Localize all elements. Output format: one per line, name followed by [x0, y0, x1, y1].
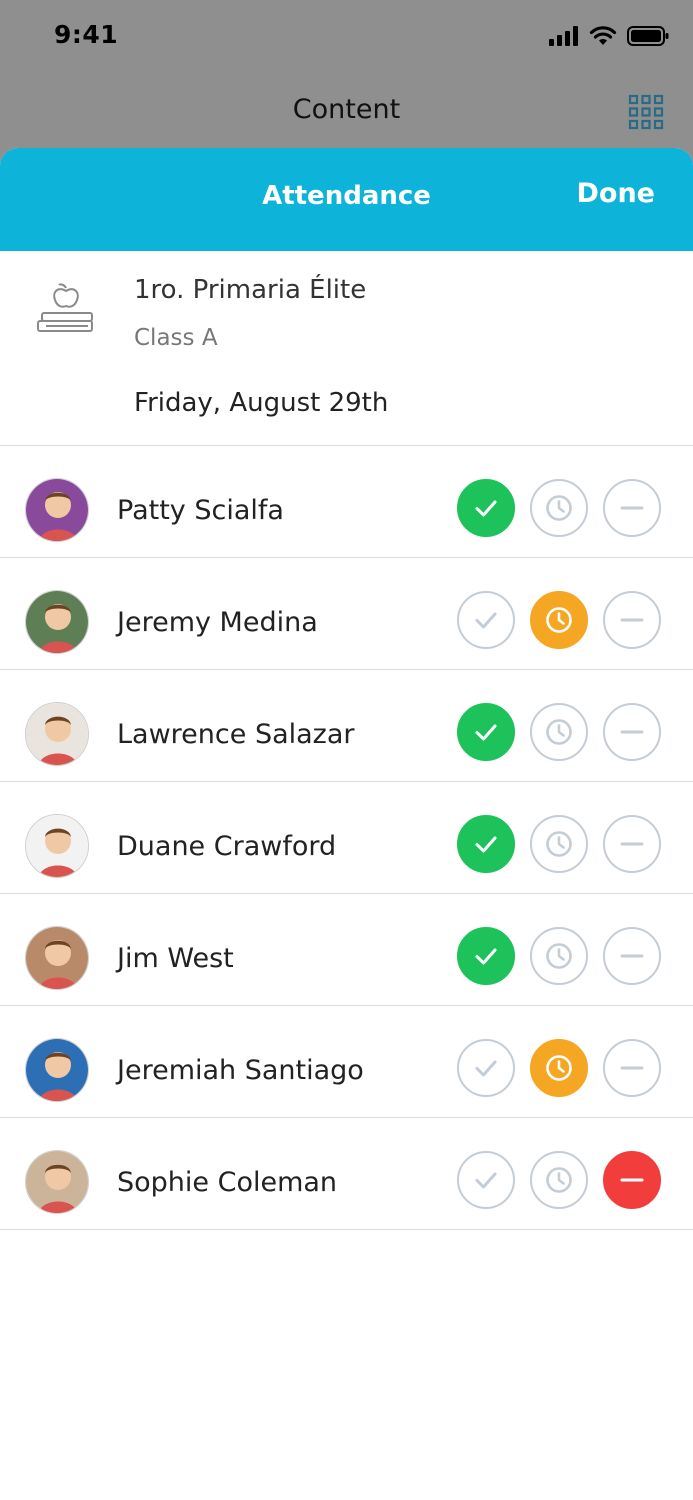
absent-button[interactable] [603, 1039, 661, 1097]
student-name: Lawrence Salazar [117, 719, 355, 750]
check-icon [471, 717, 501, 747]
late-button[interactable] [530, 1151, 588, 1209]
check-icon [471, 941, 501, 971]
attendance-status-buttons [457, 479, 661, 537]
attendance-status-buttons [457, 927, 661, 985]
present-button[interactable] [457, 703, 515, 761]
student-avatar [25, 814, 89, 878]
attendance-status-buttons [457, 703, 661, 761]
status-time: 9:41 [54, 20, 119, 49]
present-button[interactable] [457, 815, 515, 873]
late-button[interactable] [530, 815, 588, 873]
attendance-status-buttons [457, 815, 661, 873]
minus-icon [617, 605, 647, 635]
present-button[interactable] [457, 479, 515, 537]
clock-icon [544, 605, 574, 635]
clock-icon [544, 941, 574, 971]
attendance-status-buttons [457, 1039, 661, 1097]
present-button[interactable] [457, 1039, 515, 1097]
student-row: Patty Scialfa [0, 446, 693, 558]
student-name: Jeremiah Santiago [117, 1055, 364, 1086]
late-button[interactable] [530, 1039, 588, 1097]
student-avatar [25, 1038, 89, 1102]
student-name: Jim West [117, 943, 234, 974]
student-list: Patty Scialfa Jeremy Medina Lawrence Salaz… [0, 446, 693, 1230]
late-button[interactable] [530, 479, 588, 537]
minus-icon [617, 1053, 647, 1083]
student-name: Sophie Coleman [117, 1167, 338, 1198]
student-row: Jeremy Medina [0, 558, 693, 670]
status-bar: 9:41 [0, 0, 693, 72]
check-icon [471, 1165, 501, 1195]
student-row: Jeremiah Santiago [0, 1006, 693, 1118]
present-button[interactable] [457, 591, 515, 649]
check-icon [471, 829, 501, 859]
student-avatar [25, 590, 89, 654]
clock-icon [544, 1165, 574, 1195]
class-date: Friday, August 29th [134, 388, 389, 418]
student-row: Sophie Coleman [0, 1118, 693, 1230]
check-icon [471, 605, 501, 635]
absent-button[interactable] [603, 591, 661, 649]
wifi-icon [589, 26, 617, 45]
battery-icon [627, 26, 669, 46]
late-button[interactable] [530, 591, 588, 649]
minus-icon [617, 1165, 647, 1195]
clock-icon [544, 1053, 574, 1083]
attendance-status-buttons [457, 1151, 661, 1209]
present-button[interactable] [457, 1151, 515, 1209]
student-avatar [25, 1150, 89, 1214]
student-row: Jim West [0, 894, 693, 1006]
student-avatar [25, 926, 89, 990]
check-icon [471, 1053, 501, 1083]
clock-icon [544, 829, 574, 859]
student-name: Patty Scialfa [117, 495, 284, 526]
class-info: 1ro. Primaria Élite Class A Friday, Augu… [0, 251, 693, 446]
clock-icon [544, 717, 574, 747]
status-icons [549, 26, 669, 46]
absent-button[interactable] [603, 479, 661, 537]
late-button[interactable] [530, 927, 588, 985]
minus-icon [617, 829, 647, 859]
signal-icon [549, 26, 578, 46]
minus-icon [617, 941, 647, 971]
attendance-sheet: Attendance Done 1ro. Primaria Élite Clas… [0, 148, 693, 1500]
absent-button[interactable] [603, 703, 661, 761]
late-button[interactable] [530, 703, 588, 761]
student-avatar [25, 702, 89, 766]
clock-icon [544, 493, 574, 523]
apple-books-icon [37, 283, 93, 332]
student-row: Lawrence Salazar [0, 670, 693, 782]
background-app: 9:41 Content [0, 0, 693, 160]
student-name: Duane Crawford [117, 831, 337, 862]
present-button[interactable] [457, 927, 515, 985]
student-name: Jeremy Medina [117, 607, 318, 638]
student-avatar [25, 478, 89, 542]
student-row: Duane Crawford [0, 782, 693, 894]
absent-button[interactable] [603, 1151, 661, 1209]
check-icon [471, 493, 501, 523]
class-name: 1ro. Primaria Élite [134, 275, 367, 305]
minus-icon [617, 493, 647, 523]
absent-button[interactable] [603, 815, 661, 873]
attendance-status-buttons [457, 591, 661, 649]
sheet-header: Attendance Done [0, 148, 693, 251]
class-section: Class A [134, 325, 218, 351]
absent-button[interactable] [603, 927, 661, 985]
minus-icon [617, 717, 647, 747]
background-title: Content [292, 94, 401, 125]
done-button[interactable]: Done [577, 178, 656, 209]
apps-grid-icon[interactable] [628, 94, 664, 130]
